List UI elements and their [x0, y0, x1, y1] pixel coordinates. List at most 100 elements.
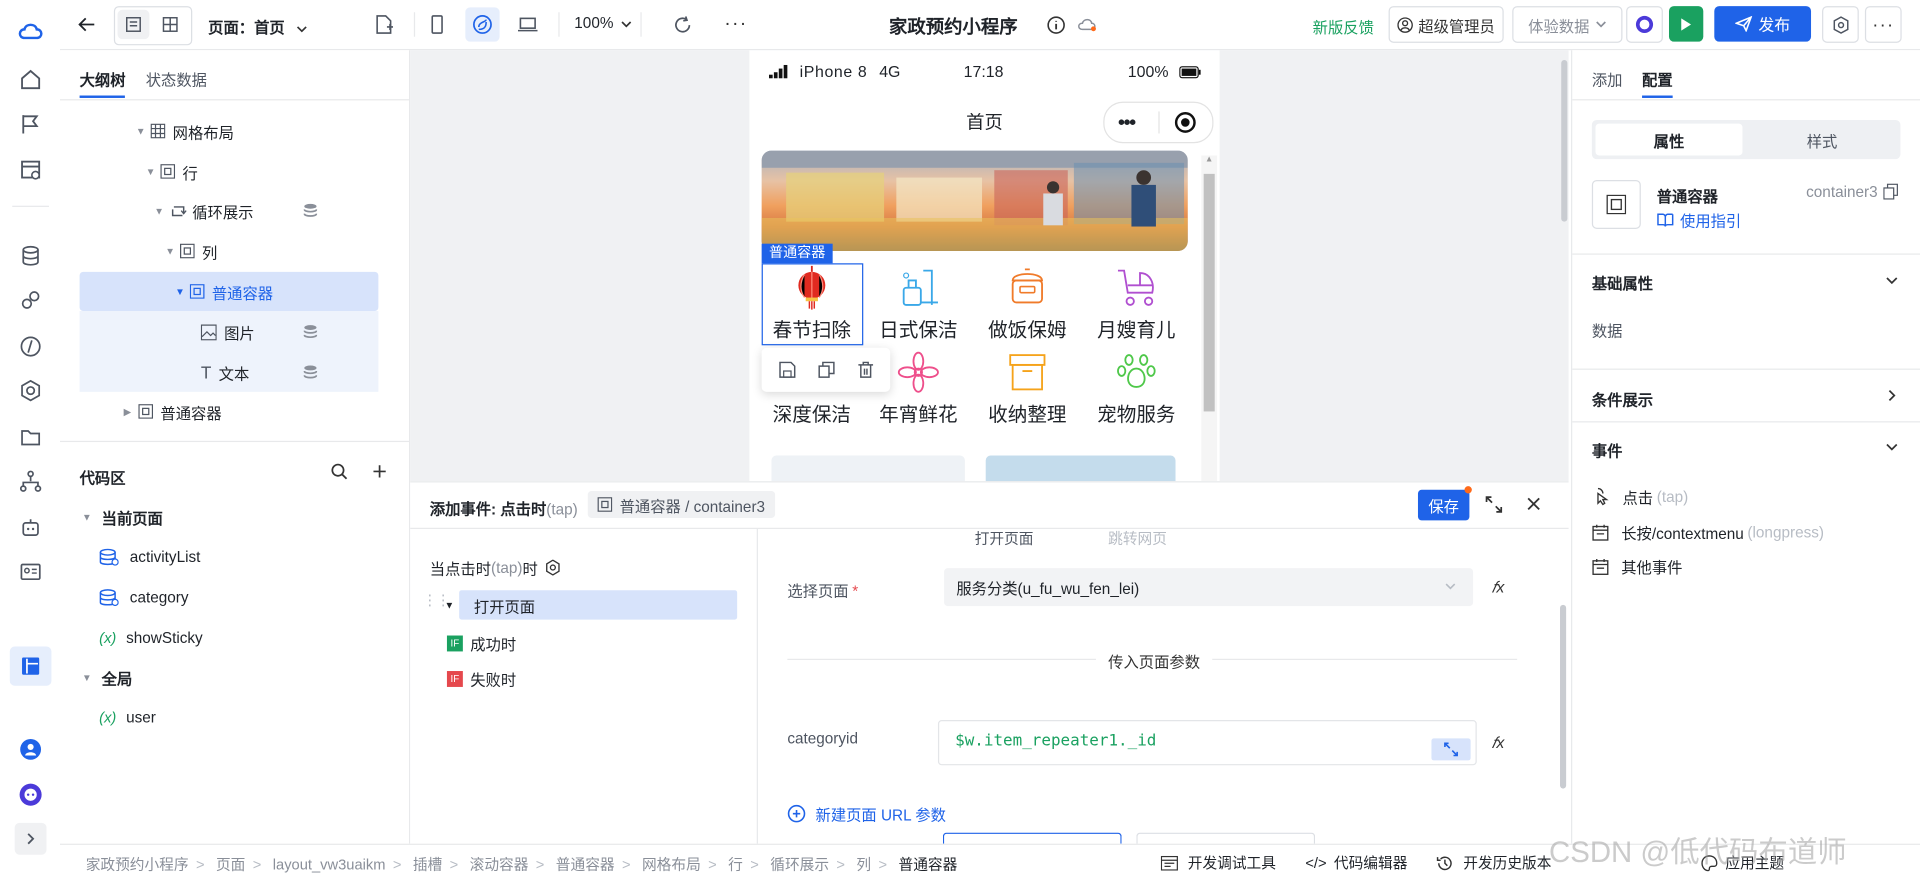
event-item-other[interactable]: 其他事件 — [1592, 555, 1682, 578]
link-icon[interactable] — [15, 284, 47, 316]
select-page-dropdown[interactable]: 服务分类(u_fu_wu_fen_lei) — [944, 568, 1474, 607]
database-icon[interactable] — [15, 240, 47, 272]
event-item-tap[interactable]: 点击 (tap) — [1592, 485, 1688, 508]
global-group[interactable]: ▼ 全局 — [82, 660, 132, 694]
feedback-link[interactable]: 新版反馈 — [1313, 15, 1374, 38]
current-page-group[interactable]: ▼ 当前页面 — [82, 500, 163, 534]
expand-icon[interactable] — [1485, 496, 1503, 513]
back-arrow-icon[interactable] — [70, 7, 104, 41]
copy-icon[interactable] — [818, 361, 835, 378]
assistant-button[interactable] — [1626, 6, 1663, 43]
tab-outline[interactable]: 大纲树 — [80, 67, 126, 90]
admin-button[interactable]: 超级管理员 — [1388, 6, 1504, 43]
banner-image[interactable] — [761, 150, 1188, 252]
breadcrumb-item[interactable]: 页面 — [216, 853, 245, 874]
mode-tab-open-page[interactable]: 打开页面 — [975, 528, 1034, 549]
publish-button[interactable]: 发布 — [1714, 6, 1812, 42]
breadcrumb-item[interactable]: 网格布局 — [642, 853, 701, 874]
breadcrumb-item[interactable]: 家政预约小程序 — [86, 853, 189, 874]
tree-node-container-2[interactable]: ▶ 普通容器 — [124, 394, 222, 428]
service-item[interactable]: 宠物服务 — [1084, 350, 1189, 427]
tree-node-container-selected[interactable]: ▼ 普通容器 — [175, 274, 273, 308]
tree-node-image[interactable]: 图片 — [200, 315, 409, 349]
event-scrollbar[interactable] — [1560, 604, 1567, 789]
close-icon[interactable] — [1527, 497, 1540, 511]
settings-button[interactable] — [1822, 6, 1859, 43]
page-list-icon[interactable] — [117, 9, 150, 40]
assistant-icon[interactable] — [15, 779, 47, 811]
save-icon[interactable] — [779, 361, 796, 378]
canvas-scrollbar[interactable] — [1561, 60, 1568, 222]
expand-rail-icon[interactable] — [14, 822, 47, 855]
code-item-user[interactable]: (x) user — [99, 700, 156, 734]
fx-icon[interactable]: 𝑓x — [1491, 578, 1504, 598]
fx-icon[interactable]: 𝑓x — [1491, 733, 1504, 753]
tree-node-grid[interactable]: ▼ 网格布局 — [136, 114, 234, 148]
tree-node-column[interactable]: ▼ 列 — [165, 234, 217, 268]
miniprogram-preview-icon[interactable] — [465, 7, 500, 42]
gear-icon[interactable] — [545, 559, 561, 576]
delete-icon[interactable] — [857, 361, 874, 378]
robot-icon[interactable] — [15, 512, 47, 544]
code-item-activitylist[interactable]: activityList — [99, 540, 200, 574]
expand-editor-icon[interactable] — [1431, 738, 1471, 761]
cloud-logo-icon[interactable] — [15, 15, 47, 47]
breadcrumb-item[interactable]: 滚动容器 — [470, 853, 529, 874]
tree-node-row[interactable]: ▼ 行 — [146, 154, 198, 188]
tab-config[interactable]: 配置 — [1642, 67, 1673, 90]
layout-settings-icon[interactable] — [15, 154, 47, 186]
tab-state-data[interactable]: 状态数据 — [146, 67, 207, 90]
tree-node-text[interactable]: T 文本 — [201, 355, 409, 389]
breadcrumb-item[interactable]: 循环展示 — [770, 853, 829, 874]
hexagon-icon[interactable] — [15, 375, 47, 407]
breadcrumb-item[interactable]: 列 — [856, 853, 871, 874]
service-item[interactable]: 做饭保姆 — [975, 266, 1080, 343]
search-icon[interactable] — [327, 458, 351, 485]
breadcrumb-item[interactable]: layout_vw3uaikm — [273, 856, 386, 873]
fail-branch[interactable]: IF 失败时 — [446, 667, 516, 690]
code-item-category[interactable]: category — [99, 580, 189, 614]
usage-guide-link[interactable]: 使用指引 — [1657, 208, 1741, 231]
service-item[interactable]: 日式保洁 — [866, 266, 971, 343]
layout-panel-icon[interactable] — [15, 650, 47, 682]
phone-scrollbar[interactable]: ▲ — [1201, 155, 1218, 482]
desktop-preview-icon[interactable] — [513, 7, 542, 41]
bottom-card[interactable] — [985, 455, 1176, 482]
run-button[interactable] — [1668, 6, 1704, 42]
breadcrumb-item[interactable]: 普通容器 — [899, 853, 958, 874]
chevron-down-icon[interactable] — [1886, 277, 1898, 285]
condition-title[interactable]: 条件展示 — [1592, 387, 1653, 410]
tab-add[interactable]: 添加 — [1592, 67, 1623, 90]
bottom-card[interactable] — [771, 455, 965, 482]
page-selector[interactable]: 页面：首页 — [208, 15, 307, 38]
workflow-icon[interactable] — [15, 465, 47, 497]
capsule-close-icon[interactable] — [1174, 111, 1196, 133]
code-editor-button[interactable]: </> 代码编辑器 — [1305, 852, 1407, 873]
add-url-param-button[interactable]: 新建页面 URL 参数 — [787, 802, 946, 825]
breadcrumb-item[interactable]: 插槽 — [413, 853, 442, 874]
mode-tab-jump-web[interactable]: 跳转网页 — [1108, 528, 1167, 549]
action-open-page[interactable]: ▼ 打开页面 — [444, 590, 738, 620]
folder-settings-icon[interactable] — [15, 421, 47, 453]
flag-icon[interactable] — [15, 108, 47, 140]
tree-node-loop[interactable]: ▼ 循环展示 — [154, 193, 399, 227]
id-card-icon[interactable] — [15, 556, 47, 588]
add-page-icon[interactable] — [370, 7, 399, 41]
param-value-input[interactable]: $w.item_repeater1._id — [937, 720, 1477, 766]
success-branch[interactable]: IF 成功时 — [446, 632, 516, 655]
service-item[interactable]: 春节扫除 — [759, 265, 864, 343]
breadcrumb-item[interactable]: 行 — [728, 853, 743, 874]
events-title[interactable]: 事件 — [1592, 438, 1623, 461]
data-mode-select[interactable]: 体验数据 — [1512, 6, 1623, 43]
code-item-showsticky[interactable]: (x) showSticky — [99, 621, 203, 655]
refresh-icon[interactable] — [667, 7, 696, 41]
capsule-menu[interactable]: ••• — [1103, 101, 1214, 144]
mobile-preview-icon[interactable] — [422, 7, 451, 41]
add-icon[interactable] — [367, 458, 391, 485]
more-icon[interactable]: ··· — [721, 7, 750, 41]
info-icon[interactable] — [1042, 7, 1069, 41]
chevron-down-icon[interactable] — [1886, 443, 1898, 451]
copy-icon[interactable] — [1883, 183, 1898, 200]
cloud-sync-icon[interactable] — [1074, 7, 1101, 41]
zoom-selector[interactable]: 100% — [574, 15, 632, 32]
